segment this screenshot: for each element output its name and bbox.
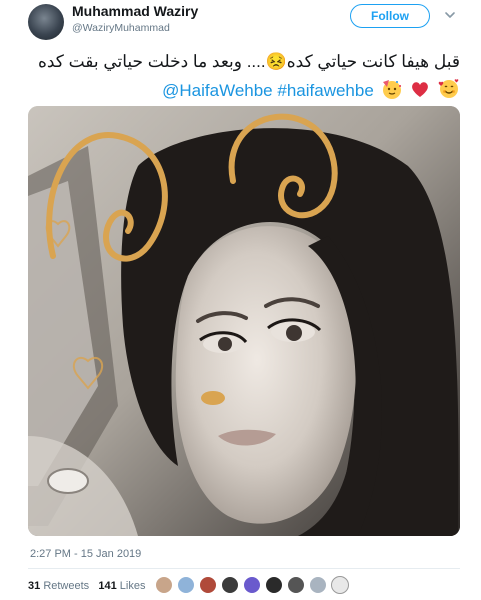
partying-face-icon <box>381 78 403 100</box>
tweet-text-links: @HaifaWehbe #haifawehbe <box>0 78 460 101</box>
author-handle[interactable]: @WaziryMuhammad <box>72 22 170 34</box>
likes-stat[interactable]: 141 Likes <box>98 580 145 592</box>
tweet-photo[interactable] <box>28 106 460 536</box>
red-heart-icon <box>409 78 431 100</box>
divider <box>28 568 460 569</box>
tweet-stats: 31 Retweets 141 Likes <box>28 580 145 592</box>
smiling-face-with-hearts-icon <box>438 78 460 100</box>
avatar[interactable] <box>309 576 327 594</box>
retweets-label: Retweets <box>43 580 90 592</box>
photo-illustration <box>28 106 460 536</box>
follow-button[interactable]: Follow <box>350 4 430 28</box>
avatar[interactable] <box>221 576 239 594</box>
avatar[interactable] <box>243 576 261 594</box>
mention-link[interactable]: @HaifaWehbe <box>162 81 273 100</box>
retweets-count: 31 <box>28 580 41 592</box>
tweet-header: Muhammad Waziry @WaziryMuhammad Follow <box>0 0 481 50</box>
author-display-name[interactable]: Muhammad Waziry <box>72 3 198 19</box>
tweet-timestamp[interactable]: 2:27 PM - 15 Jan 2019 <box>30 548 141 560</box>
chevron-down-icon[interactable] <box>443 8 457 22</box>
avatar[interactable] <box>28 4 64 40</box>
avatar[interactable] <box>287 576 305 594</box>
likes-label: Likes <box>119 580 146 592</box>
tweet-text-line: قبل هيفا كانت حياتي كده😣.... وبعد ما دخل… <box>37 52 460 71</box>
avatar[interactable] <box>331 576 349 594</box>
avatar[interactable] <box>177 576 195 594</box>
hashtag-link[interactable]: #haifawehbe <box>277 81 373 100</box>
likes-count: 141 <box>98 580 117 592</box>
avatar[interactable] <box>265 576 283 594</box>
avatar[interactable] <box>155 576 173 594</box>
avatar[interactable] <box>199 576 217 594</box>
retweets-stat[interactable]: 31 Retweets <box>28 580 89 592</box>
